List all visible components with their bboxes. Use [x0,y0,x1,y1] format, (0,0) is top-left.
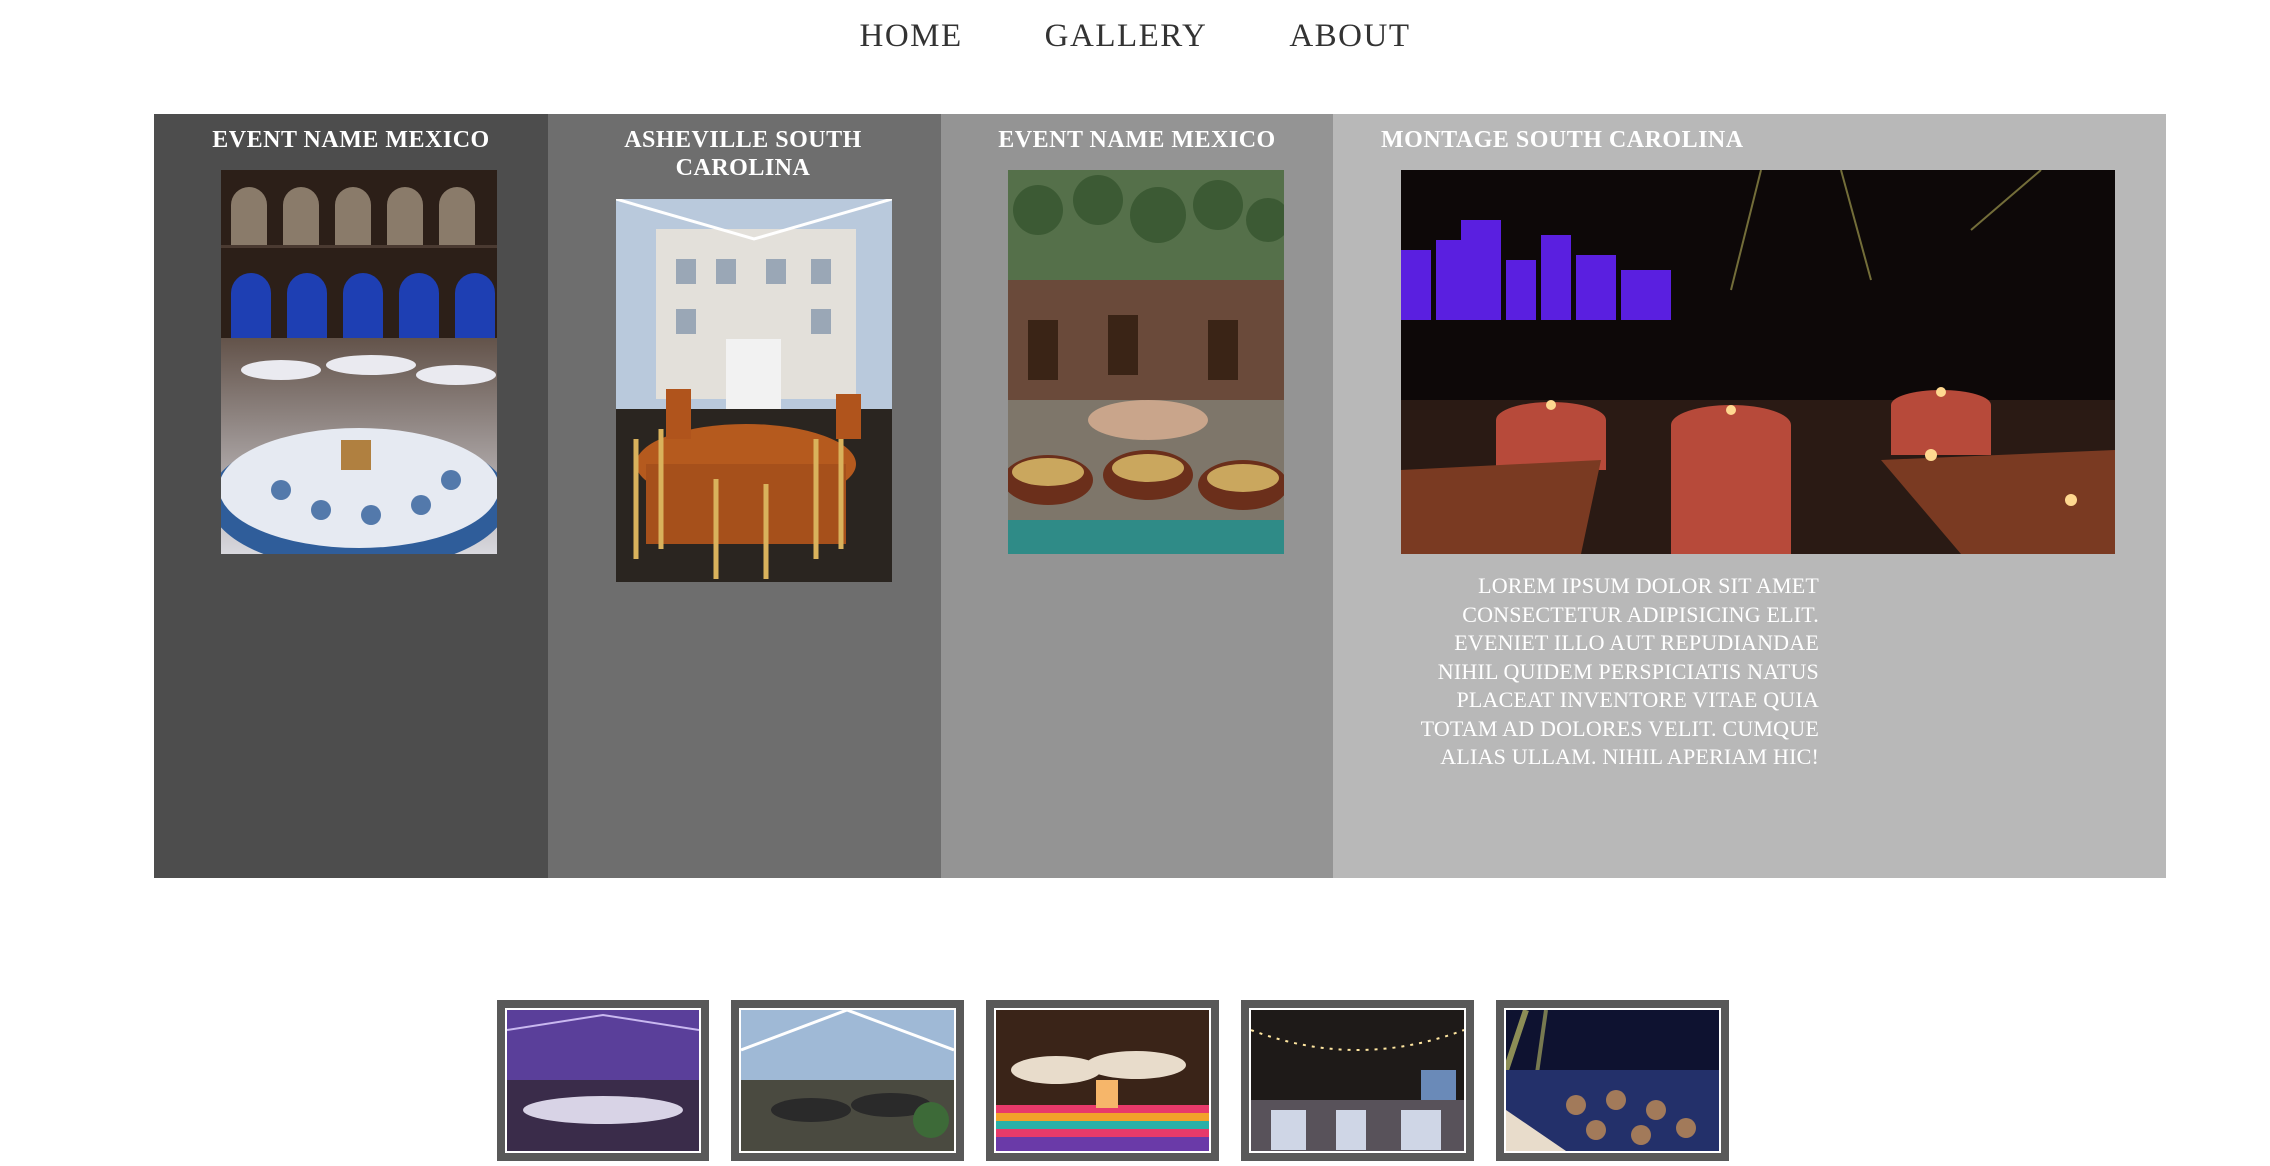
panel-title: EVENT NAME MEXICO [998,127,1276,153]
purple-tent-event-photo [507,1010,699,1151]
thumbnail-1[interactable] [497,1000,709,1161]
thumbnail-4[interactable] [1241,1000,1474,1161]
event-panel-asheville[interactable]: ASHEVILLE SOUTH CAROLINA [548,114,941,878]
event-panel-montage[interactable]: MONTAGE SOUTH CAROLINA LOREM IPSUM DOLOR… [1333,114,2166,878]
blue-venue-event-photo [1506,1010,1719,1151]
event-panels: EVENT NAME MEXICO ASHEVILLE SOUTH CAROLI… [154,114,2166,878]
panel-title: EVENT NAME MEXICO [212,127,490,153]
montage-venue-photo [1401,170,2115,554]
thumbnail-3[interactable] [986,1000,1219,1161]
thumbnail-strip [497,1000,1729,1161]
mexico-courtyard-photo [221,170,497,554]
event-panel-mexico-2[interactable]: EVENT NAME MEXICO [941,114,1333,878]
asheville-tent-photo [616,199,892,582]
thumbnail-2[interactable] [731,1000,964,1161]
nav-gallery-link[interactable]: GALLERY [1045,18,1208,55]
panel-title: ASHEVILLE SOUTH CAROLINA [624,127,862,181]
thumbnail-5[interactable] [1496,1000,1729,1161]
warehouse-string-lights-event-photo [1251,1010,1464,1151]
mexico-atrium-photo [1008,170,1284,554]
nav-about-link[interactable]: ABOUT [1289,18,1410,55]
event-description: LOREM IPSUM DOLOR SIT AMET CONSECTETUR A… [1420,573,1819,769]
nav-home-link[interactable]: HOME [859,18,962,55]
top-nav: HOME GALLERY ABOUT [0,18,2270,55]
clear-tent-event-photo [741,1010,954,1151]
mexican-fiesta-event-photo [996,1010,1209,1151]
panel-title: MONTAGE SOUTH CAROLINA [1381,127,1744,153]
event-panel-mexico-1[interactable]: EVENT NAME MEXICO [154,114,548,878]
